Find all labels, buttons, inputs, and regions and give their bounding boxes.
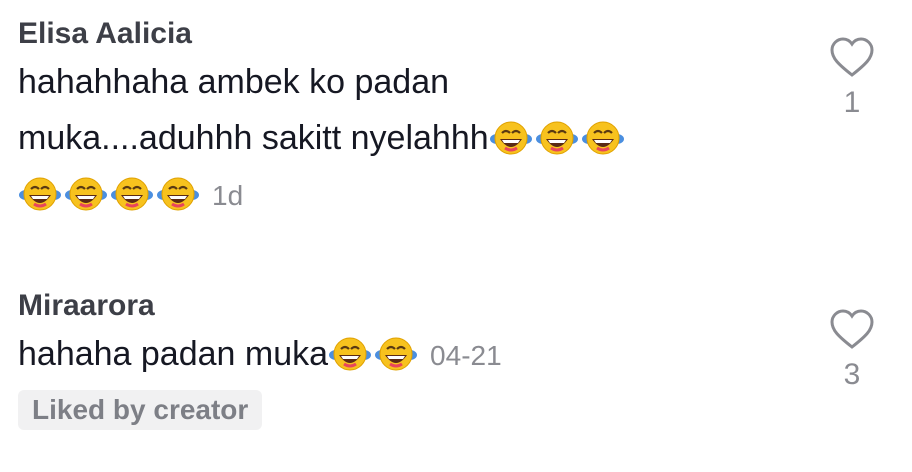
comment-timestamp: 04-21 bbox=[430, 340, 502, 371]
laughing-emoji-icon bbox=[18, 177, 62, 211]
like-button[interactable]: 3 bbox=[822, 308, 882, 392]
laughing-emoji-icon bbox=[580, 121, 625, 155]
laughing-emoji-icon bbox=[534, 121, 579, 155]
like-button[interactable]: 1 bbox=[822, 36, 882, 120]
comment-author[interactable]: Elisa Aalicia bbox=[18, 14, 912, 54]
comment-text: hahahhaha ambek ko padan muka....aduhhh … bbox=[18, 54, 808, 224]
comment-text: hahaha padan muka 04-21 bbox=[18, 326, 808, 384]
laughing-emoji-icon bbox=[156, 177, 200, 211]
like-count: 1 bbox=[843, 86, 861, 119]
laughing-emoji-icon bbox=[488, 121, 533, 155]
laughing-emoji-icon bbox=[110, 177, 154, 211]
laughing-emoji-icon bbox=[64, 177, 108, 211]
comment-text-line: hahaha padan muka bbox=[18, 335, 329, 373]
liked-by-creator-badge: Liked by creator bbox=[18, 390, 263, 430]
like-count: 3 bbox=[843, 358, 861, 391]
heart-icon[interactable] bbox=[830, 308, 874, 350]
comment-item[interactable]: Elisa Aalicia hahahhaha ambek ko padan m… bbox=[18, 14, 912, 224]
comment-timestamp: 1d bbox=[212, 180, 244, 211]
comment-text-line: hahahhaha ambek ko padan bbox=[18, 63, 450, 101]
laughing-emoji-icon bbox=[328, 337, 373, 371]
comment-author[interactable]: Miraarora bbox=[18, 286, 912, 326]
comment-text-line: muka....aduhhh sakitt nyelahhh bbox=[18, 119, 489, 157]
laughing-emoji-icon bbox=[374, 337, 419, 371]
heart-icon[interactable] bbox=[830, 36, 874, 78]
comment-item[interactable]: Miraarora hahaha padan muka 04-21 Liked b… bbox=[18, 286, 912, 430]
